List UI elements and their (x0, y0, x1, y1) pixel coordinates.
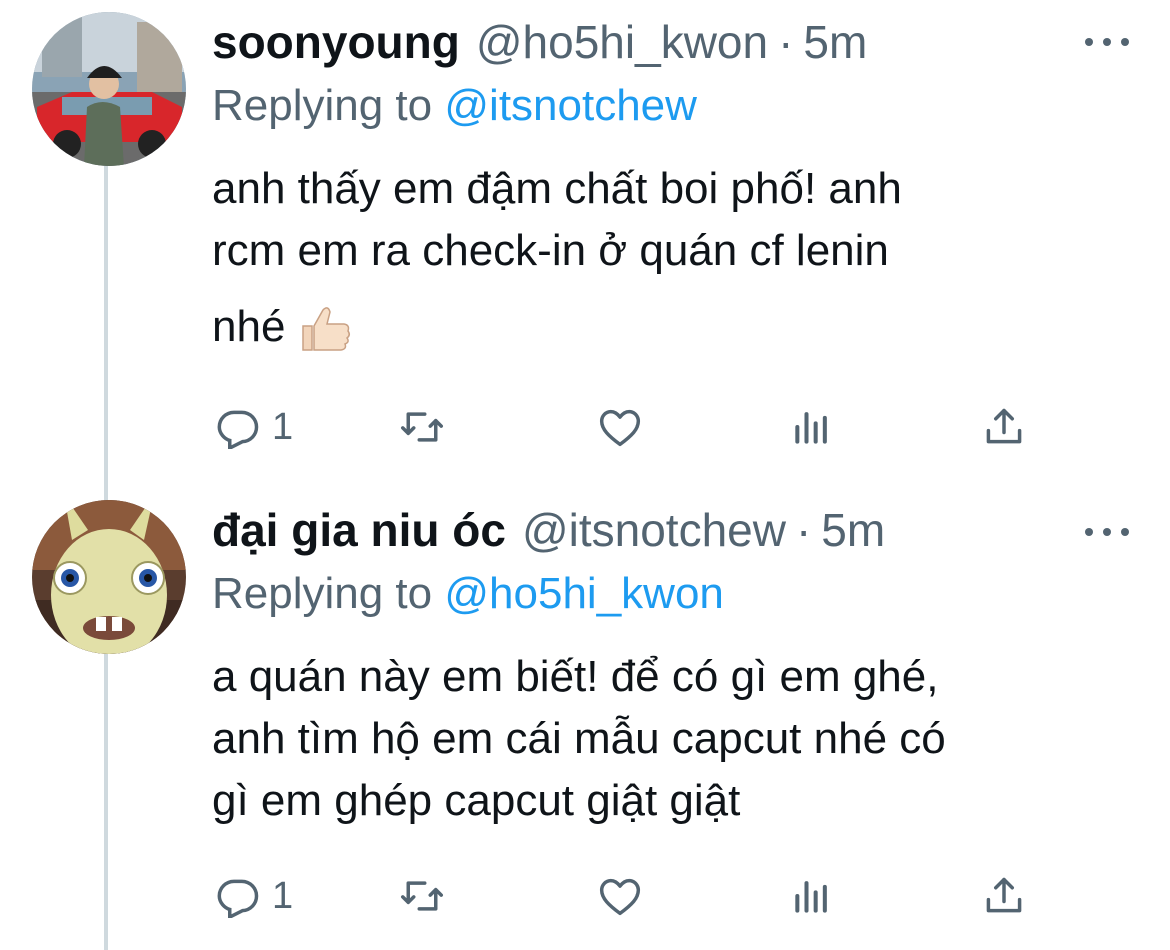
more-icon[interactable] (1085, 32, 1129, 52)
reply-icon (217, 410, 259, 449)
retweet-button[interactable] (398, 866, 446, 926)
tweet-text-line: anh tìm hộ em cái mẫu capcut nhé có (212, 714, 946, 763)
share-button[interactable] (982, 866, 1026, 926)
tweet-text-line: a quán này em biết! để có gì em ghé, (212, 652, 939, 701)
reply-button[interactable]: 1 (216, 397, 293, 457)
display-name[interactable]: đại gia niu óc (212, 500, 506, 560)
tweet-actions: 1 (212, 866, 1042, 926)
display-name[interactable]: soonyoung (212, 12, 460, 72)
like-icon (599, 878, 641, 916)
avatar[interactable] (32, 12, 186, 166)
user-handle[interactable]: @itsnotchew (522, 500, 786, 560)
avatar-image (32, 12, 186, 166)
user-handle[interactable]: @ho5hi_kwon (476, 12, 768, 72)
tweet-actions: 1 (212, 397, 1042, 457)
separator: · (795, 504, 812, 556)
retweet-icon (401, 881, 443, 911)
timestamp[interactable]: 5m (803, 12, 867, 72)
reply-button[interactable]: 1 (216, 866, 293, 926)
avatar-image (32, 500, 186, 654)
analytics-icon (795, 881, 827, 913)
like-button[interactable] (596, 397, 644, 457)
tweet-text-line: nhé (212, 302, 286, 351)
tweet-text-line: gì em ghép capcut giật giật (212, 776, 741, 825)
analytics-icon (795, 412, 827, 444)
separator: · (778, 16, 794, 68)
thumbs-up-emoji-icon (302, 307, 351, 352)
share-icon (986, 877, 1022, 913)
tweet-text: anh thấy em đậm chất boi phố! anh rcm em… (212, 158, 1132, 358)
tweet-text-line: rcm em ra check-in ở quán cf lenin (212, 226, 889, 275)
avatar[interactable] (32, 500, 186, 654)
like-button[interactable] (596, 866, 644, 926)
replying-prefix: Replying to (212, 569, 433, 618)
tweet-text: a quán này em biết! để có gì em ghé, anh… (212, 646, 1132, 832)
more-icon[interactable] (1085, 522, 1129, 542)
replying-prefix: Replying to (212, 81, 433, 130)
reply-icon (217, 879, 259, 918)
like-icon (599, 409, 641, 447)
replying-to-link[interactable]: @ho5hi_kwon (444, 569, 724, 618)
analytics-button[interactable] (790, 866, 834, 926)
tweet-text-line: anh thấy em đậm chất boi phố! anh (212, 164, 902, 213)
share-icon (986, 408, 1022, 444)
reply-count: 1 (272, 405, 294, 448)
retweet-button[interactable] (398, 397, 446, 457)
retweet-icon (401, 412, 443, 442)
reply-count: 1 (272, 874, 294, 917)
replying-to: Replying to @ho5hi_kwon (212, 566, 724, 622)
share-button[interactable] (982, 397, 1026, 457)
timestamp[interactable]: 5m (821, 500, 885, 560)
replying-to: Replying to @itsnotchew (212, 78, 697, 134)
analytics-button[interactable] (790, 397, 834, 457)
replying-to-link[interactable]: @itsnotchew (444, 81, 697, 130)
